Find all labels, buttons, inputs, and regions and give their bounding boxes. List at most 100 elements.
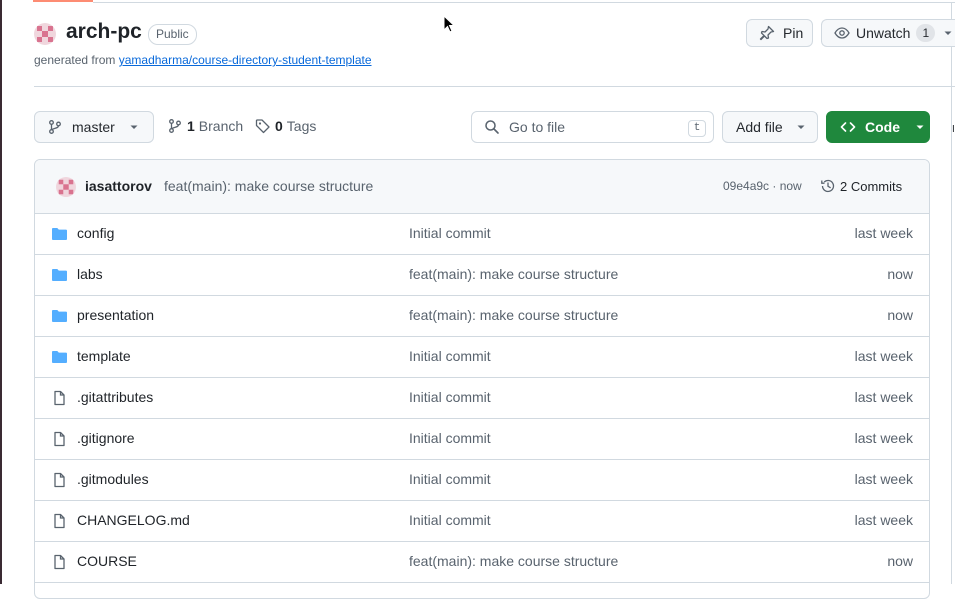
file-commit-time: now [887, 266, 913, 282]
commits-count-label: 2 Commits [840, 178, 903, 194]
search-placeholder: Go to file [509, 119, 566, 135]
file-icon [51, 554, 68, 570]
file-row[interactable]: presentation feat(main): make course stru… [35, 295, 929, 337]
unwatch-button[interactable]: Unwatch 1 [821, 19, 955, 47]
file-row[interactable]: config Initial commit last week [35, 213, 929, 255]
file-commit-time: last week [854, 225, 913, 241]
folder-icon [51, 349, 68, 365]
branch-label: Branch [198, 118, 244, 134]
file-commit-message[interactable]: feat(main): make course structure [409, 266, 618, 282]
branch-count: 1 [187, 118, 195, 134]
commit-author[interactable]: iasattorov [85, 178, 152, 194]
file-commit-time: now [887, 307, 913, 323]
file-row[interactable]: COURSE feat(main): make course structure n… [35, 541, 929, 583]
file-table: iasattorov feat(main): make course struc… [34, 159, 930, 599]
chevron-down-icon [944, 31, 952, 35]
generated-from-label: generated from [34, 53, 116, 67]
file-name[interactable]: config [77, 225, 114, 241]
eye-icon [834, 27, 850, 39]
pin-icon [759, 25, 775, 41]
commit-message[interactable]: feat(main): make course structure [164, 178, 373, 194]
file-commit-message[interactable]: Initial commit [409, 348, 491, 364]
content-border [951, 2, 952, 584]
code-icon [840, 122, 856, 132]
file-commit-message[interactable]: Initial commit [409, 512, 491, 528]
file-row[interactable]: .gitmodules Initial commit last week [35, 459, 929, 501]
file-name[interactable]: CHANGELOG.md [77, 512, 190, 528]
history-icon [821, 179, 835, 193]
file-icon [51, 431, 68, 447]
commit-hash-time[interactable]: 09e4a9c · now [723, 179, 802, 193]
file-name[interactable]: presentation [77, 307, 154, 323]
watch-count: 1 [916, 24, 936, 42]
header-divider [93, 2, 955, 3]
branch-selector[interactable]: master [34, 111, 154, 143]
file-row[interactable]: .gitignore Initial commit last week [35, 418, 929, 460]
file-commit-message[interactable]: feat(main): make course structure [409, 553, 618, 569]
file-name[interactable]: .gitignore [77, 430, 135, 446]
commit-author-avatar[interactable] [56, 177, 76, 197]
generated-from-note: generated from yamadharma/course-directo… [34, 53, 372, 67]
keyboard-shortcut-hint: t [688, 120, 706, 137]
git-branch-icon [49, 120, 61, 134]
folder-icon [51, 226, 68, 242]
file-row[interactable]: labs feat(main): make course structure now [35, 254, 929, 296]
template-repo-link[interactable]: yamadharma/course-directory-student-temp… [119, 53, 372, 67]
file-name[interactable]: COURSE [77, 553, 137, 569]
tag-label: Tags [286, 118, 317, 134]
file-row[interactable]: .gitattributes Initial commit last week [35, 377, 929, 419]
identicon-icon [56, 177, 76, 197]
file-commit-message[interactable]: Initial commit [409, 430, 491, 446]
file-commit-time: last week [854, 512, 913, 528]
chevron-down-icon [130, 125, 138, 129]
file-commit-time: last week [854, 389, 913, 405]
code-button[interactable]: Code [826, 111, 930, 143]
code-label: Code [865, 119, 900, 135]
file-commit-time: last week [854, 471, 913, 487]
search-icon [485, 120, 499, 134]
active-tab-indicator [33, 0, 93, 2]
identicon-icon [34, 23, 56, 45]
file-commit-message[interactable]: Initial commit [409, 225, 491, 241]
latest-commit-bar: iasattorov feat(main): make course struc… [35, 160, 929, 214]
file-commit-message[interactable]: feat(main): make course structure [409, 307, 618, 323]
chevron-down-icon [797, 125, 805, 129]
commits-history-link[interactable]: 2 Commits [820, 178, 902, 194]
visibility-badge: Public [148, 24, 197, 45]
file-icon [51, 390, 68, 406]
file-commit-message[interactable]: Initial commit [409, 471, 491, 487]
file-icon [51, 513, 68, 529]
repo-owner-avatar[interactable] [34, 23, 56, 45]
file-commit-time: now [887, 553, 913, 569]
file-icon [51, 472, 68, 488]
offscreen-text-fragment: I [952, 124, 955, 135]
branches-link[interactable]: 1 Branch [167, 118, 243, 134]
file-commit-time: last week [854, 348, 913, 364]
pin-label: Pin [783, 25, 804, 41]
unwatch-label: Unwatch [856, 25, 911, 41]
add-file-label: Add file [736, 119, 783, 135]
folder-icon [51, 267, 68, 283]
tags-link[interactable]: 0 Tags [255, 118, 316, 134]
tag-icon [255, 119, 270, 134]
git-branch-icon [169, 119, 181, 133]
file-name[interactable]: labs [77, 266, 103, 282]
file-row[interactable]: CHANGELOG.md Initial commit last week [35, 500, 929, 542]
file-name[interactable]: .gitmodules [77, 471, 149, 487]
file-row[interactable]: template Initial commit last week [35, 336, 929, 378]
go-to-file-search[interactable]: Go to file t [471, 111, 714, 143]
mouse-cursor-icon [443, 15, 455, 33]
branch-name: master [72, 119, 115, 135]
file-name[interactable]: .gitattributes [77, 389, 153, 405]
header-separator [34, 86, 955, 87]
file-commit-time: last week [854, 430, 913, 446]
folder-icon [51, 308, 68, 324]
chevron-down-icon [916, 125, 924, 129]
window-edge [0, 0, 2, 584]
file-name[interactable]: template [77, 348, 131, 364]
pin-button[interactable]: Pin [746, 19, 813, 47]
tag-count: 0 [275, 118, 283, 134]
file-commit-message[interactable]: Initial commit [409, 389, 491, 405]
add-file-button[interactable]: Add file [722, 111, 818, 143]
repo-name[interactable]: arch-pc [66, 20, 142, 44]
